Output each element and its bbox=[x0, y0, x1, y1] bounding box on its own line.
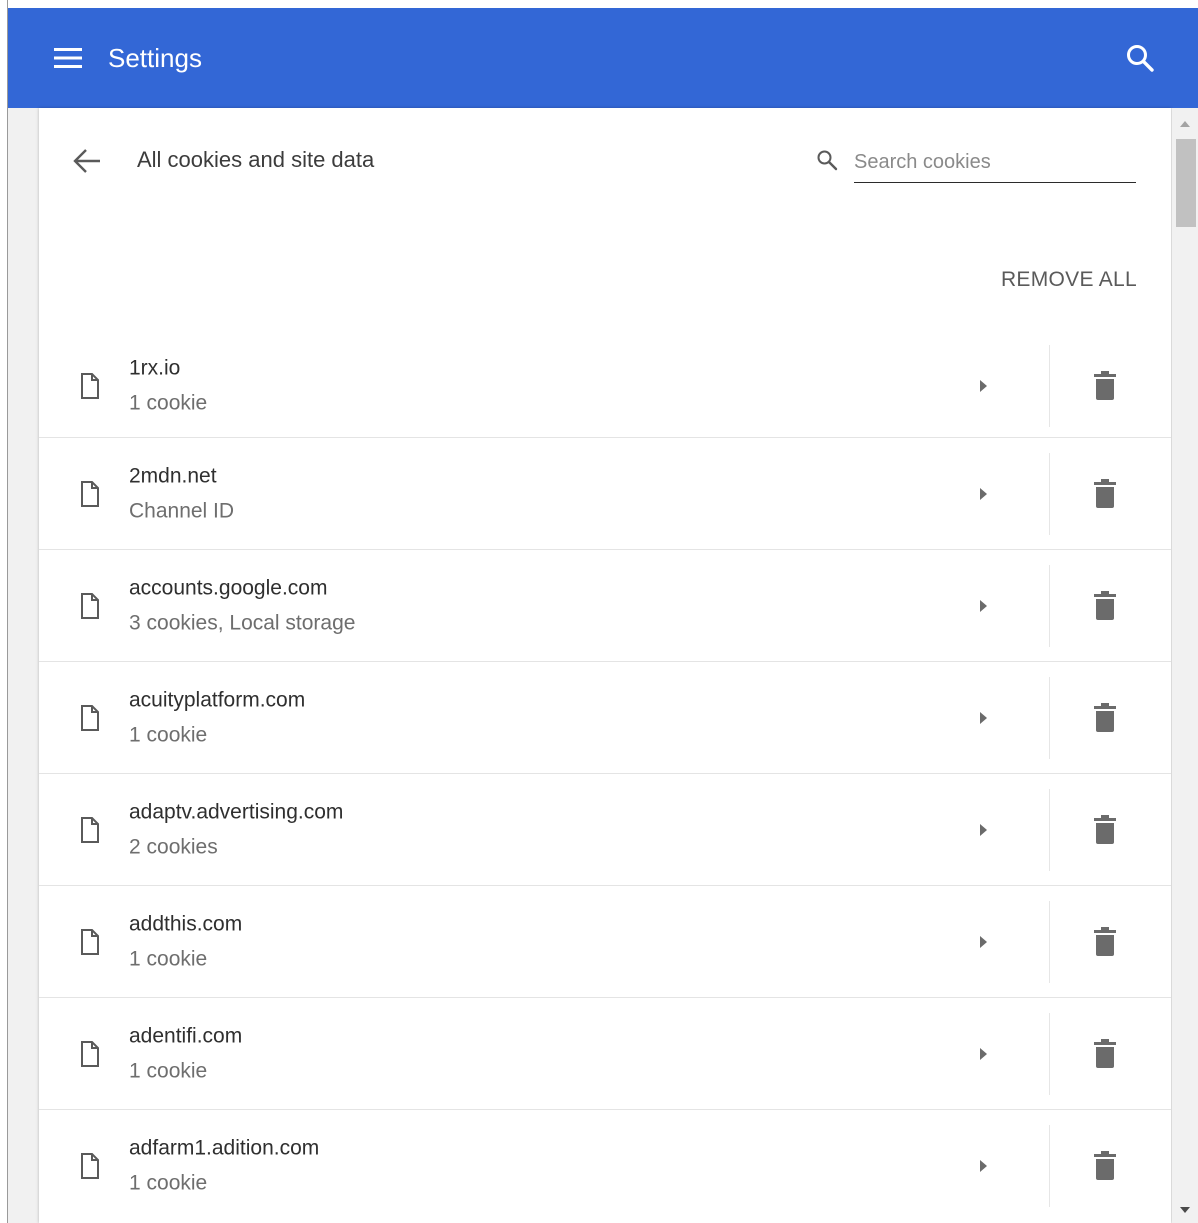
vertical-scrollbar[interactable] bbox=[1172, 108, 1198, 1223]
expand-arrow-icon[interactable] bbox=[973, 820, 993, 840]
row-separator bbox=[1049, 564, 1050, 647]
search-cookies-input[interactable] bbox=[854, 142, 1136, 183]
site-text: adentifi.com 1 cookie bbox=[129, 1021, 242, 1086]
site-text: 2mdn.net Channel ID bbox=[129, 461, 234, 526]
file-icon bbox=[81, 928, 99, 955]
expand-arrow-icon[interactable] bbox=[973, 1044, 993, 1064]
page-title: All cookies and site data bbox=[137, 147, 375, 172]
search-cookies-field bbox=[811, 140, 1141, 184]
site-text: addthis.com 1 cookie bbox=[129, 909, 242, 974]
file-icon bbox=[81, 816, 99, 843]
row-separator bbox=[1049, 676, 1050, 759]
scroll-up-arrow-icon[interactable] bbox=[1172, 112, 1198, 136]
expand-arrow-icon[interactable] bbox=[973, 1156, 993, 1176]
site-row[interactable]: adfarm1.adition.com 1 cookie bbox=[39, 1109, 1171, 1221]
window-left-edge bbox=[0, 0, 8, 1223]
delete-trash-icon[interactable] bbox=[1088, 1037, 1122, 1071]
row-separator bbox=[1049, 1124, 1050, 1207]
row-separator bbox=[1049, 788, 1050, 871]
search-icon[interactable] bbox=[1123, 41, 1157, 75]
site-text: accounts.google.com 3 cookies, Local sto… bbox=[129, 573, 355, 638]
row-separator bbox=[1049, 900, 1050, 983]
scrollbar-thumb[interactable] bbox=[1176, 139, 1196, 227]
site-row[interactable]: 1rx.io 1 cookie bbox=[39, 334, 1171, 437]
site-text: adaptv.advertising.com 2 cookies bbox=[129, 797, 343, 862]
delete-trash-icon[interactable] bbox=[1088, 369, 1122, 403]
app-title: Settings bbox=[108, 43, 202, 73]
expand-arrow-icon[interactable] bbox=[973, 596, 993, 616]
site-detail: 2 cookies bbox=[129, 835, 218, 858]
file-icon bbox=[81, 592, 99, 619]
site-detail: 3 cookies, Local storage bbox=[129, 611, 356, 634]
delete-trash-icon[interactable] bbox=[1088, 477, 1122, 511]
delete-trash-icon[interactable] bbox=[1088, 701, 1122, 735]
site-row[interactable]: addthis.com 1 cookie bbox=[39, 885, 1171, 997]
site-row[interactable]: adaptv.advertising.com 2 cookies bbox=[39, 773, 1171, 885]
site-text: acuityplatform.com 1 cookie bbox=[129, 685, 305, 750]
site-detail: 1 cookie bbox=[129, 1171, 208, 1194]
file-icon bbox=[81, 1040, 99, 1067]
site-name: addthis.com bbox=[129, 912, 243, 935]
cookies-card: All cookies and site data REMOVE ALL 1rx… bbox=[39, 108, 1171, 1223]
delete-trash-icon[interactable] bbox=[1088, 1149, 1122, 1183]
site-detail: 1 cookie bbox=[129, 723, 208, 746]
file-icon bbox=[81, 372, 99, 399]
expand-arrow-icon[interactable] bbox=[973, 484, 993, 504]
file-icon bbox=[81, 1152, 99, 1179]
window-top-edge bbox=[0, 0, 1198, 8]
settings-toolbar: Settings bbox=[8, 8, 1198, 108]
delete-trash-icon[interactable] bbox=[1088, 589, 1122, 623]
hamburger-menu-icon[interactable] bbox=[53, 45, 83, 71]
site-name: adentifi.com bbox=[129, 1024, 243, 1047]
site-name: 2mdn.net bbox=[129, 464, 217, 487]
site-data-list: 1rx.io 1 cookie 2mdn.net Channel ID acco… bbox=[39, 334, 1171, 1221]
row-separator bbox=[1049, 1012, 1050, 1095]
file-icon bbox=[81, 704, 99, 731]
site-text: 1rx.io 1 cookie bbox=[129, 353, 207, 418]
delete-trash-icon[interactable] bbox=[1088, 813, 1122, 847]
site-detail: 1 cookie bbox=[129, 1059, 208, 1082]
site-detail: 1 cookie bbox=[129, 947, 208, 970]
delete-trash-icon[interactable] bbox=[1088, 925, 1122, 959]
scroll-down-arrow-icon[interactable] bbox=[1172, 1199, 1198, 1223]
back-arrow-icon[interactable] bbox=[70, 144, 104, 178]
search-field-icon bbox=[817, 150, 838, 171]
site-row[interactable]: acuityplatform.com 1 cookie bbox=[39, 661, 1171, 773]
remove-all-button[interactable]: REMOVE ALL bbox=[1001, 266, 1137, 294]
row-separator bbox=[1049, 344, 1050, 427]
site-row[interactable]: accounts.google.com 3 cookies, Local sto… bbox=[39, 549, 1171, 661]
site-name: 1rx.io bbox=[129, 356, 181, 379]
site-row[interactable]: adentifi.com 1 cookie bbox=[39, 997, 1171, 1109]
site-detail: Channel ID bbox=[129, 499, 235, 522]
row-separator bbox=[1049, 452, 1050, 535]
settings-window: Settings All cookies and site data REMOV… bbox=[0, 0, 1198, 1223]
site-name: adaptv.advertising.com bbox=[129, 800, 344, 823]
site-name: accounts.google.com bbox=[129, 576, 328, 599]
expand-arrow-icon[interactable] bbox=[973, 708, 993, 728]
subpage-header: All cookies and site data bbox=[39, 108, 1171, 218]
expand-arrow-icon[interactable] bbox=[973, 376, 993, 396]
site-row[interactable]: 2mdn.net Channel ID bbox=[39, 437, 1171, 549]
file-icon bbox=[81, 480, 99, 507]
site-name: adfarm1.adition.com bbox=[129, 1136, 320, 1159]
expand-arrow-icon[interactable] bbox=[973, 932, 993, 952]
site-detail: 1 cookie bbox=[129, 391, 208, 414]
site-name: acuityplatform.com bbox=[129, 688, 306, 711]
site-text: adfarm1.adition.com 1 cookie bbox=[129, 1133, 319, 1198]
